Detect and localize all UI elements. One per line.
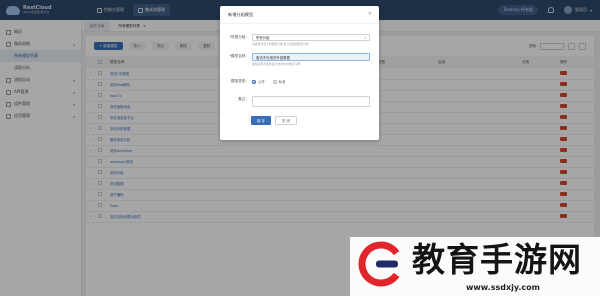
description-textarea[interactable] xyxy=(252,96,370,107)
name-hint: 模型名称不能重复,仅支持中文数字字母 xyxy=(252,62,301,66)
group-select-value: 所有分组 xyxy=(256,36,270,40)
watermark-url: www.ssdxjy.com xyxy=(466,283,540,292)
dialog-title: 新增分组模型 xyxy=(228,11,254,17)
close-button[interactable]: 关 闭 xyxy=(274,116,297,125)
watermark-text: 教育手游网 xyxy=(412,240,582,279)
radio-icon xyxy=(272,79,277,84)
chevron-down-icon: ▾ xyxy=(364,35,366,40)
group-label: 所属分组： xyxy=(231,35,249,39)
group-select[interactable]: 所有分组 ▾ xyxy=(252,34,370,41)
type-public-radio[interactable]: 公开 xyxy=(252,79,265,84)
group-hint: 请选择分组下的模型分类,默认归属到所有分组 xyxy=(252,42,309,46)
name-label: 模型名称： xyxy=(231,54,249,58)
type-private-radio[interactable]: 私有 xyxy=(272,79,286,84)
type-label: 模型类型： xyxy=(231,79,249,83)
model-name-input[interactable]: 客流不可用的外部数据 xyxy=(252,53,370,61)
close-icon[interactable]: × xyxy=(368,11,372,17)
type-public-label: 公开 xyxy=(258,80,265,84)
desc-label: 备注： xyxy=(238,97,249,101)
type-private-label: 私有 xyxy=(278,80,286,84)
watermark-logo-icon xyxy=(358,241,404,287)
new-model-dialog: 新增分组模型 × *所属分组： 所有分组 ▾ 请选择分组下的模型分类,默认归属到… xyxy=(220,6,379,140)
model-name-value: 客流不可用的外部数据 xyxy=(256,55,290,60)
save-button[interactable]: 保 存 xyxy=(251,116,271,125)
watermark: 教育手游网 www.ssdxjy.com xyxy=(350,237,600,296)
radio-selected-icon xyxy=(252,79,256,84)
